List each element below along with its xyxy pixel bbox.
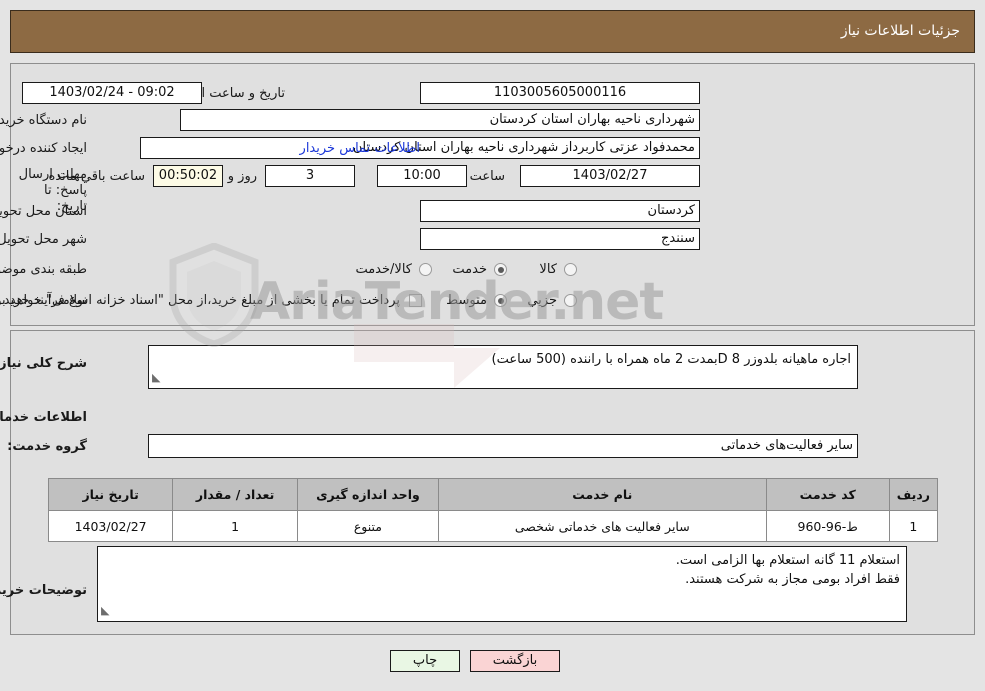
td-quantity: 1: [172, 510, 299, 542]
th-service-name: نام خدمت: [437, 478, 767, 511]
page-title: جزئیات اطلاعات نیاز: [840, 23, 960, 39]
delivery-city-label: شهر محل تحویل:: [0, 232, 87, 247]
service-group-label: گروه خدمت:: [7, 439, 87, 454]
th-service-code: کد خدمت: [765, 478, 890, 511]
radio-process-jozii-label: جزیي: [527, 293, 557, 308]
countdown-remaining-label: ساعت باقي مانده: [48, 169, 145, 184]
td-unit: متنوع: [297, 510, 439, 542]
services-heading: اطلاعات خدمات مورد نیاز: [0, 410, 87, 425]
radio-subject-kala-label: کالا: [539, 262, 557, 277]
deadline-days-label: روز و: [227, 169, 257, 184]
page-header-bar: جزئیات اطلاعات نیاز: [10, 10, 975, 53]
service-group-value: سایر فعالیت‌های خدماتی: [148, 434, 858, 458]
th-quantity: تعداد / مقدار: [172, 478, 299, 511]
request-creator-value: محمدفواد عزتی کاربرداز شهرداری ناحیه بها…: [140, 137, 700, 159]
table-row: 1 ط-96-960 سایر فعالیت های خدماتی شخصی م…: [47, 510, 939, 542]
print-button[interactable]: چاپ: [390, 650, 460, 672]
radio-subject-kala-khedmat[interactable]: [419, 263, 432, 276]
radio-process-motevaset[interactable]: [494, 294, 507, 307]
td-row-index: 1: [888, 510, 939, 542]
deadline-days-value: 3: [265, 165, 355, 187]
td-service-code: ط-96-960: [765, 510, 890, 542]
services-table: ردیف کد خدمت نام خدمت واحد اندازه گیری ت…: [47, 478, 939, 542]
deadline-time-label: ساعت: [469, 169, 505, 184]
th-unit: واحد اندازه گیری: [297, 478, 439, 511]
islamic-treasury-bond-label: پرداخت تمام یا بخشی از مبلغ خرید،از محل …: [0, 293, 400, 308]
buyer-org-value: شهرداری ناحیه بهاران استان کردستان: [180, 109, 700, 131]
need-details-page: جزئیات اطلاعات نیاز شماره نیاز: 11030056…: [0, 0, 985, 691]
islamic-treasury-bond-checkbox[interactable]: [409, 294, 422, 307]
buyer-notes-line-1: استعلام 11 گانه استعلام بها الزامی است.: [675, 553, 900, 568]
th-need-date: تاریخ نیاز: [47, 478, 174, 511]
delivery-province-value: کردستان: [420, 200, 700, 222]
general-description-value: اجاره ماهیانه بلدوزر 8 Dبمدت 2 ماه همراه…: [491, 352, 852, 367]
radio-process-motevaset-label: متوسط: [446, 293, 487, 308]
table-header-row: ردیف کد خدمت نام خدمت واحد اندازه گیری ت…: [47, 478, 939, 511]
buyer-org-label: نام دستگاه خریدار:: [0, 113, 87, 128]
general-description-label: شرح کلی نیاز:: [0, 356, 87, 371]
general-description-textarea[interactable]: اجاره ماهیانه بلدوزر 8 Dبمدت 2 ماه همراه…: [148, 345, 858, 389]
radio-subject-khedmat[interactable]: [494, 263, 507, 276]
back-button[interactable]: بازگشت: [470, 650, 560, 672]
radio-process-jozii[interactable]: [564, 294, 577, 307]
td-need-date: 1403/02/27: [47, 510, 174, 542]
public-announce-value: 09:02 - 1403/02/24: [22, 82, 202, 104]
th-row-index: ردیف: [888, 478, 939, 511]
subject-category-label: طبقه بندی موضوعی:: [0, 262, 87, 277]
deadline-date-value: 1403/02/27: [520, 165, 700, 187]
buyer-notes-textarea[interactable]: استعلام 11 گانه استعلام بها الزامی است. …: [97, 546, 907, 622]
deadline-time-value: 10:00: [377, 165, 467, 187]
resize-grip-icon[interactable]: ◢: [152, 368, 160, 387]
radio-subject-kala-khedmat-label: کالا/خدمت: [355, 262, 412, 277]
buyer-contact-link[interactable]: اطلاعات تماس خریدار: [300, 141, 420, 156]
resize-grip-icon[interactable]: ◢: [101, 601, 109, 620]
countdown-timer: 00:50:02: [153, 165, 223, 187]
td-service-name: سایر فعالیت های خدماتی شخصی: [437, 510, 767, 542]
request-creator-label: ایجاد کننده درخواست:: [0, 141, 87, 156]
buyer-notes-line-2: فقط افراد بومی مجاز به شرکت هستند.: [685, 572, 900, 587]
need-number-value: 1103005605000116: [420, 82, 700, 104]
delivery-province-label: استان محل تحویل:: [0, 204, 87, 219]
radio-subject-khedmat-label: خدمت: [452, 262, 487, 277]
radio-subject-kala[interactable]: [564, 263, 577, 276]
delivery-city-value: سنندج: [420, 228, 700, 250]
buyer-notes-label: توضیحات خریدار:: [0, 583, 87, 598]
